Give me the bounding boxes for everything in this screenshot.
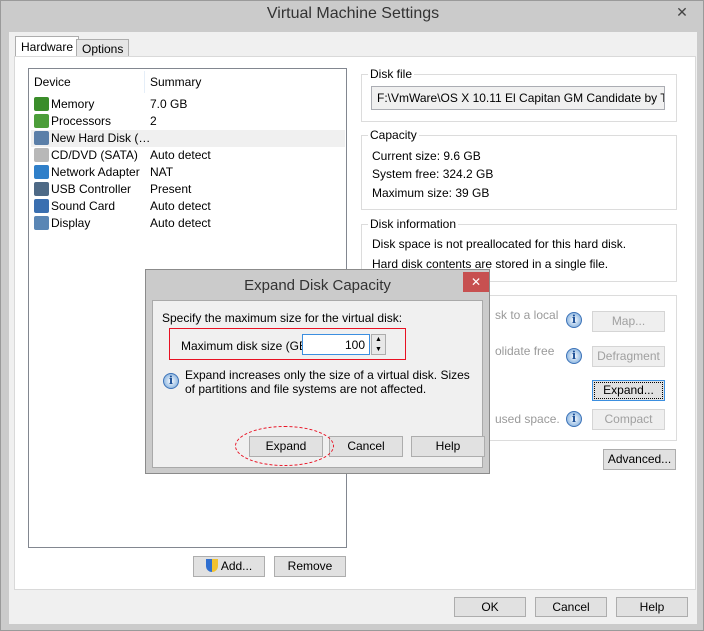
sound-icon	[34, 199, 49, 213]
add-button[interactable]: Add...	[193, 556, 265, 577]
ok-button[interactable]: OK	[454, 597, 526, 617]
spin-down-icon[interactable]: ▼	[372, 345, 385, 355]
tab-options[interactable]: Options	[76, 39, 130, 57]
cancel-button[interactable]: Cancel	[535, 597, 607, 617]
info-icon: i	[566, 312, 582, 328]
current-size: Current size: 9.6 GB	[372, 149, 481, 163]
dialog-close-button[interactable]: ✕	[463, 272, 489, 292]
capacity-group: Capacity Current size: 9.6 GB System fre…	[361, 128, 677, 210]
shield-icon	[205, 559, 218, 572]
device-summary: Auto detect	[150, 199, 211, 213]
device-summary: Auto detect	[150, 148, 211, 162]
disk-file-group: Disk file F:\VmWare\OS X 10.11 El Capita…	[361, 67, 677, 122]
defragment-button[interactable]: Defragment	[592, 346, 665, 367]
device-row[interactable]: Processors 2	[31, 113, 345, 130]
device-row[interactable]: Sound Card Auto detect	[31, 198, 345, 215]
device-name: Network Adapter	[51, 165, 140, 179]
close-icon[interactable]: ✕	[665, 2, 699, 22]
device-row[interactable]: USB Controller Present	[31, 181, 345, 198]
size-label: Maximum disk size (GB):	[181, 339, 315, 353]
column-divider	[144, 71, 145, 93]
device-row[interactable]: New Hard Disk (…	[31, 130, 345, 147]
dialog-help-button[interactable]: Help	[411, 436, 485, 457]
maximum-size: Maximum size: 39 GB	[372, 186, 490, 200]
memory-icon	[34, 97, 49, 111]
dialog-cancel-button[interactable]: Cancel	[329, 436, 403, 457]
device-name: USB Controller	[51, 182, 132, 196]
device-name: Sound Card	[51, 199, 116, 213]
column-header-summary[interactable]: Summary	[150, 71, 201, 93]
device-summary: NAT	[150, 165, 174, 179]
device-summary: Present	[150, 182, 192, 196]
remove-button[interactable]: Remove	[274, 556, 346, 577]
map-button[interactable]: Map...	[592, 311, 665, 332]
device-summary: Auto detect	[150, 216, 211, 230]
dialog-title: Expand Disk Capacity	[244, 277, 391, 294]
device-name: New Hard Disk (…	[51, 131, 151, 145]
advanced-button[interactable]: Advanced...	[603, 449, 676, 470]
size-spinner[interactable]: ▲ ▼	[371, 334, 386, 355]
device-row[interactable]: Memory 7.0 GB	[31, 96, 345, 113]
max-size-input[interactable]: 100	[302, 334, 370, 355]
usb-icon	[34, 182, 49, 196]
device-summary: 2	[150, 114, 157, 128]
device-name: Processors	[51, 114, 112, 128]
dialog-prompt: Specify the maximum size for the virtual…	[162, 311, 403, 325]
device-name: Display	[51, 216, 91, 230]
device-name: CD/DVD (SATA)	[51, 148, 138, 162]
info-icon: i	[163, 373, 179, 389]
network-icon	[34, 165, 49, 179]
device-name: Memory	[51, 97, 95, 111]
highlight-ellipse	[235, 426, 334, 466]
processor-icon	[34, 114, 49, 128]
device-row[interactable]: Network Adapter NAT	[31, 164, 345, 181]
display-icon	[34, 216, 49, 230]
compact-button[interactable]: Compact	[592, 409, 665, 430]
dialog-note: Expand increases only the size of a virt…	[185, 368, 470, 396]
tab-hardware[interactable]: Hardware	[15, 36, 80, 58]
window-title: Virtual Machine Settings	[266, 5, 440, 22]
help-button[interactable]: Help	[616, 597, 688, 617]
column-header-device[interactable]: Device	[34, 71, 71, 93]
cd-icon	[34, 148, 49, 162]
device-row[interactable]: CD/DVD (SATA) Auto detect	[31, 147, 345, 164]
hard-disk-icon	[34, 131, 49, 145]
info-icon: i	[566, 348, 582, 364]
disk-file-field[interactable]: F:\VmWare\OS X 10.11 El Capitan GM Candi…	[371, 86, 665, 110]
device-summary: 7.0 GB	[150, 97, 188, 111]
spin-up-icon[interactable]: ▲	[372, 335, 385, 345]
system-free: System free: 324.2 GB	[372, 167, 494, 181]
expand-disk-dialog: Expand Disk Capacity ✕ Specify the maxim…	[145, 269, 490, 474]
info-icon: i	[566, 411, 582, 427]
device-row[interactable]: Display Auto detect	[31, 215, 345, 232]
expand-disk-button[interactable]: Expand...	[592, 380, 665, 401]
